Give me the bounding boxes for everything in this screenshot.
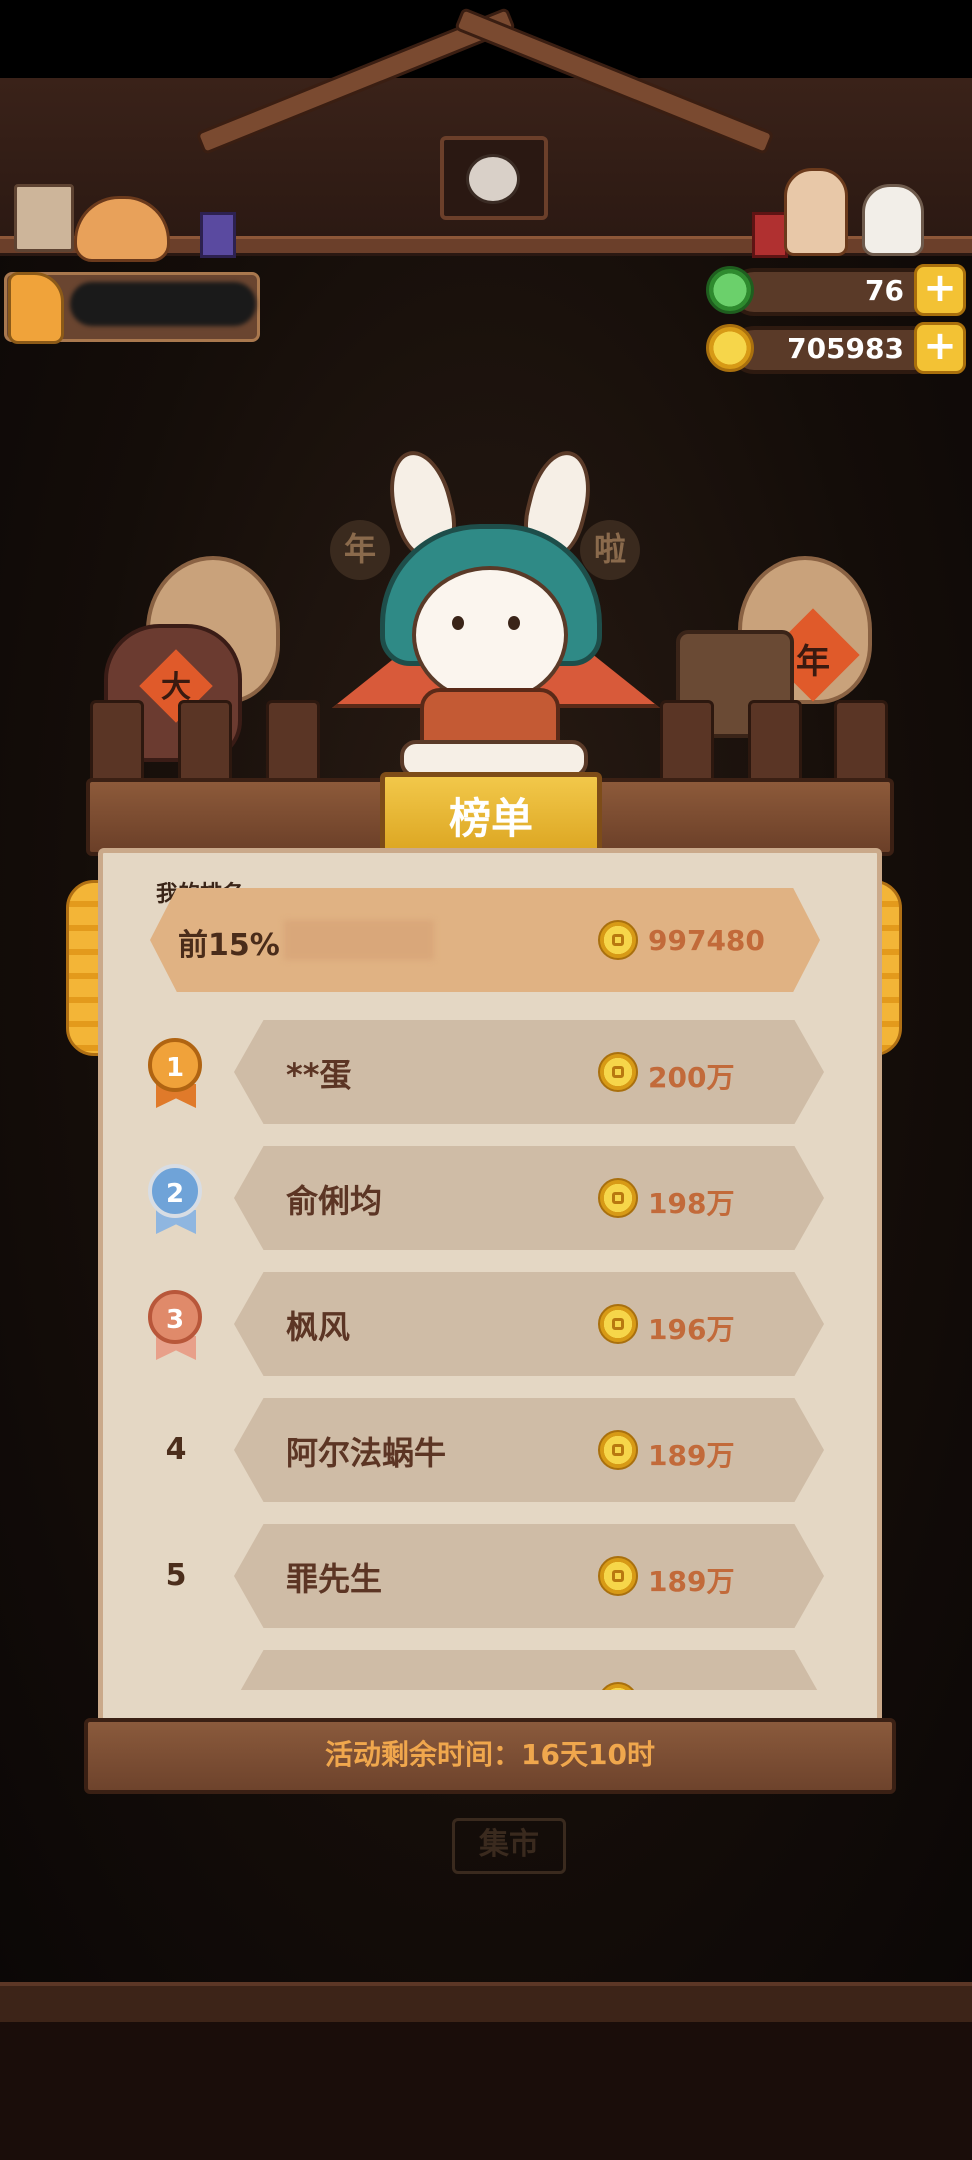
market-sign: 集市 <box>452 1818 566 1874</box>
coin-icon <box>598 1178 638 1218</box>
mascot-eye <box>452 616 464 630</box>
avatar[interactable] <box>8 272 64 344</box>
coin-icon <box>598 1556 638 1596</box>
bubble-sign: 啦 <box>580 520 640 580</box>
leaderboard-list[interactable]: 1 **蛋 200万 2 俞俐均 198万 3 枫风 196万 4 阿尔法蜗牛 … <box>118 870 852 1690</box>
player-name: 阿尔法蜗牛 <box>286 1434 447 1472</box>
white-cat-icon[interactable] <box>862 184 924 256</box>
player-name: **蛋 <box>286 1056 352 1094</box>
bubble-sign: 年 <box>330 520 390 580</box>
rank-number: 5 <box>165 1558 187 1593</box>
player-score: 200万 <box>648 1061 735 1094</box>
rank-number: 4 <box>165 1432 187 1467</box>
player-name: 俞俐均 <box>286 1182 383 1220</box>
add-coins-button[interactable]: + <box>914 322 966 374</box>
table-row[interactable]: 2 俞俐均 198万 <box>118 1146 852 1250</box>
table-row[interactable] <box>118 1650 852 1690</box>
mascot-eye <box>508 616 520 630</box>
player-score: 189万 <box>648 1439 735 1472</box>
gem-value: 76 <box>865 274 904 307</box>
player-score: 196万 <box>648 1313 735 1346</box>
player-score: 198万 <box>648 1187 735 1220</box>
book-icon <box>200 212 236 258</box>
girl-character-icon[interactable] <box>784 168 848 256</box>
player-score: 189万 <box>648 1565 735 1598</box>
table-row[interactable]: 3 枫风 196万 <box>118 1272 852 1376</box>
table-row[interactable]: 5 罪先生 189万 <box>118 1524 852 1628</box>
player-name-redacted <box>70 282 256 326</box>
event-timer-bar: 活动剩余时间：16天10时 <box>84 1718 896 1794</box>
row-background <box>234 1650 824 1690</box>
player-name: 罪先生 <box>286 1560 383 1598</box>
table-row[interactable]: 1 **蛋 200万 <box>118 1020 852 1124</box>
paw-jar-icon[interactable] <box>14 184 74 252</box>
add-gems-button[interactable]: + <box>914 264 966 316</box>
book-icon <box>752 212 788 258</box>
floor <box>0 1982 972 2026</box>
coin-icon <box>598 1304 638 1344</box>
coin-icon <box>598 1430 638 1470</box>
bottom-area <box>0 2022 972 2160</box>
coin-value: 705983 <box>787 332 904 365</box>
mascot-face <box>412 566 568 704</box>
raccoon-icon <box>466 154 520 204</box>
player-name: 枫风 <box>286 1308 351 1346</box>
table-row[interactable]: 4 阿尔法蜗牛 189万 <box>118 1398 852 1502</box>
coin-icon <box>598 1052 638 1092</box>
